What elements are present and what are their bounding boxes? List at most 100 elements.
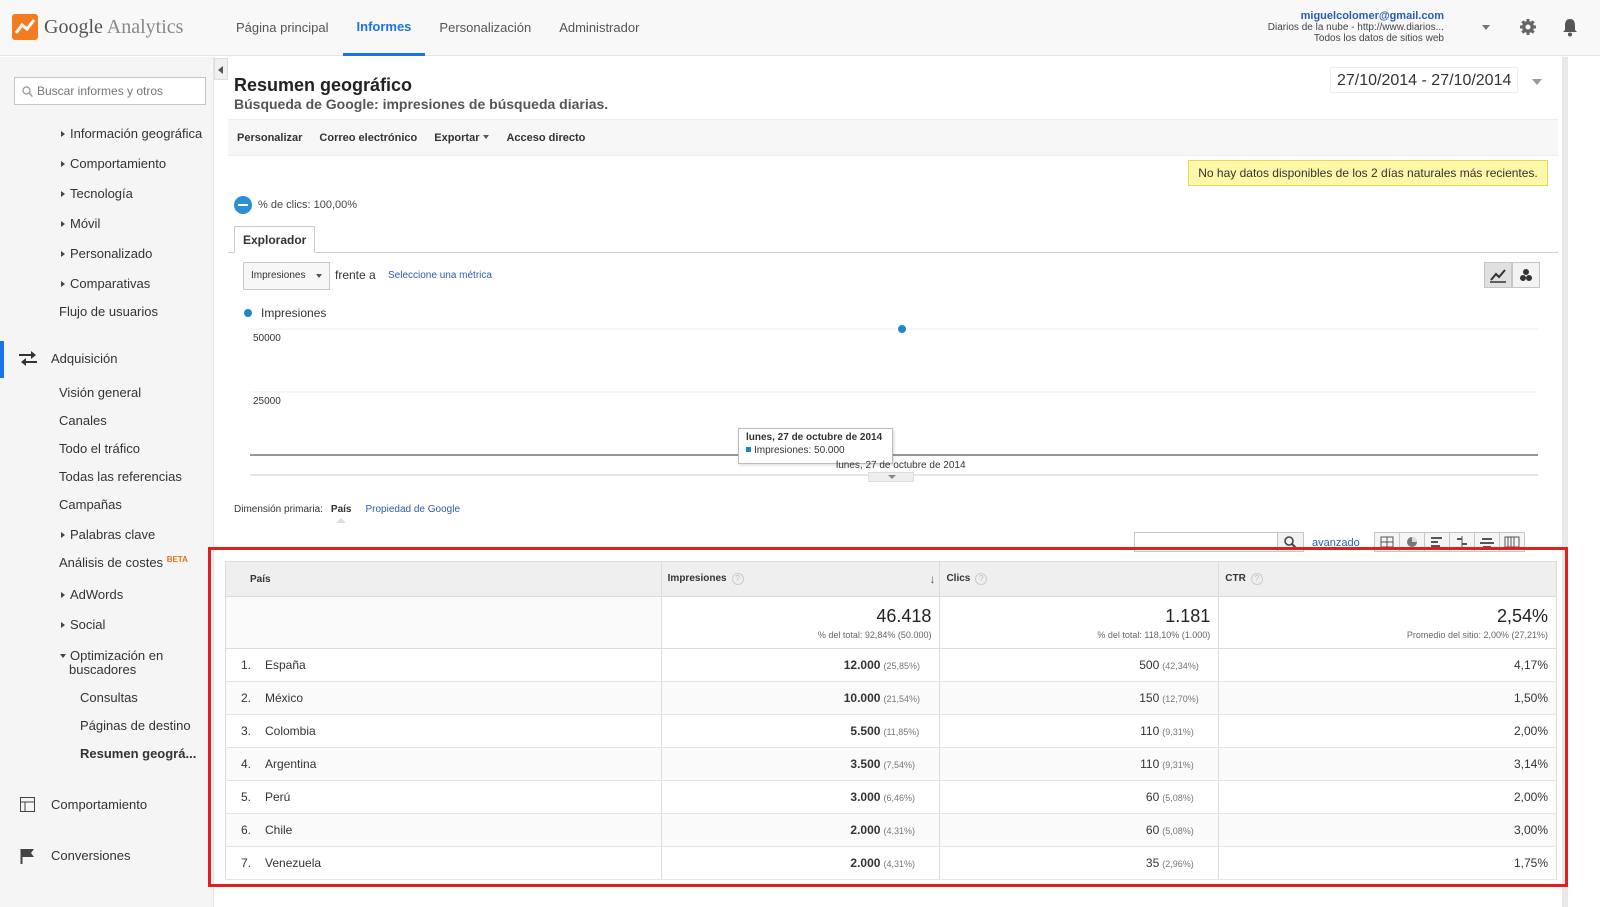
table-row[interactable]: 3. Colombia 5.500 (11,85%) 110 (9,31%) 2,00% (225, 714, 1557, 748)
table-row[interactable]: 5. Perú 3.000 (6,46%) 60 (5,08%) 2,00% (225, 780, 1557, 814)
sidebar-item-channels[interactable]: Canales (59, 413, 107, 428)
sidebar-item-all-traffic[interactable]: Todo el tráfico (59, 441, 140, 456)
impressions-percent: (6,46%) (883, 793, 915, 803)
dimension-current[interactable]: País (331, 504, 352, 515)
select-metric-link[interactable]: Seleccione una métrica (388, 270, 492, 281)
motion-chart-icon[interactable] (1512, 262, 1540, 288)
sidebar-item-cost-analysis[interactable]: Análisis de costes BETA (59, 555, 188, 570)
help-icon[interactable]: ? (731, 573, 744, 585)
sidebar-section-behavior[interactable]: Comportamiento (51, 797, 147, 812)
table-row[interactable]: 6. Chile 2.000 (4,31%) 60 (5,08%) 3,00% (225, 813, 1557, 847)
impressions-percent: (4,31%) (883, 826, 915, 836)
table-filter[interactable] (1134, 532, 1304, 552)
data-point[interactable] (897, 324, 907, 334)
tab-explorer[interactable]: Explorador (234, 226, 316, 253)
table-view-buttons (1374, 532, 1525, 552)
table-row[interactable]: 1. España 12.000 (25,85%) 500 (42,34%) 4,17% (225, 648, 1557, 682)
nav-admin[interactable]: Administrador (545, 0, 653, 56)
export-button[interactable]: Exportar (434, 132, 490, 144)
chart-tooltip: lunes, 27 de octubre de 2014 Impresiones… (738, 428, 893, 464)
column-header-country[interactable]: País (225, 561, 662, 597)
sidebar-item-seo[interactable]: Optimización en (60, 648, 163, 663)
segment-chip[interactable]: % de clics: 100,00% (234, 196, 357, 214)
impressions-value: 2.000 (850, 856, 881, 870)
sidebar-item-seo-line2[interactable]: buscadores (69, 662, 136, 677)
legend-label: Impresiones (261, 306, 327, 320)
cell-ctr: 2,00% (1218, 780, 1557, 814)
sidebar-item-behavior[interactable]: Comportamiento (61, 156, 166, 171)
country-link[interactable]: Chile (265, 823, 292, 837)
customize-button[interactable]: Personalizar (237, 132, 302, 144)
help-icon[interactable]: ? (1250, 573, 1263, 585)
sidebar-item-keywords[interactable]: Palabras clave (61, 527, 155, 542)
metric-select[interactable]: Impresiones (243, 262, 330, 290)
date-range-picker[interactable]: 27/10/2014 - 27/10/2014 (1330, 67, 1519, 93)
sidebar-item-landing-pages[interactable]: Páginas de destino (80, 718, 191, 733)
comparison-view-icon[interactable] (1449, 532, 1475, 552)
row-number: 1. (241, 658, 252, 672)
expand-chart-button[interactable] (868, 472, 914, 482)
sidebar-item-geo[interactable]: Información geográfica (61, 126, 202, 141)
sidebar-item-social[interactable]: Social (61, 617, 105, 632)
sidebar-item-adwords[interactable]: AdWords (61, 587, 123, 602)
country-link[interactable]: España (265, 658, 306, 672)
advanced-filter-link[interactable]: avanzado (1312, 537, 1360, 549)
sidebar-section-conversions[interactable]: Conversiones (51, 848, 131, 863)
collapse-sidebar-button[interactable] (214, 58, 228, 80)
country-link[interactable]: Argentina (265, 757, 316, 771)
account-email: miguelcolomer@gmail.com (1300, 10, 1444, 22)
sidebar-item-users-flow[interactable]: Flujo de usuarios (59, 304, 158, 319)
help-icon[interactable]: ? (975, 573, 988, 585)
sidebar-item-mobile[interactable]: Móvil (61, 216, 100, 231)
search-input[interactable] (37, 78, 207, 104)
gear-icon[interactable] (1519, 18, 1537, 41)
sidebar-item-queries[interactable]: Consultas (80, 690, 138, 705)
impressions-value: 12.000 (843, 658, 881, 672)
column-header-clicks[interactable]: Clics? (939, 561, 1220, 597)
sidebar-item-technology[interactable]: Tecnología (61, 186, 133, 201)
performance-view-icon[interactable] (1424, 532, 1450, 552)
sidebar-item-referrals[interactable]: Todas las referencias (59, 469, 182, 484)
email-button[interactable]: Correo electrónico (319, 132, 417, 144)
sidebar-item-geo-summary[interactable]: Resumen geográ... (80, 746, 196, 761)
account-selector[interactable]: miguelcolomer@gmail.com Diarios de la nu… (1268, 10, 1444, 45)
nav-home[interactable]: Página principal (222, 0, 343, 56)
segment-icon (234, 196, 252, 214)
tooltip-series-marker (746, 447, 751, 452)
country-link[interactable]: Perú (265, 790, 290, 804)
sidebar-section-acquisition[interactable]: Adquisición (51, 351, 118, 366)
beta-badge: BETA (166, 555, 188, 564)
sidebar-item-overview[interactable]: Visión general (59, 385, 141, 400)
country-link[interactable]: Colombia (265, 724, 316, 738)
table-row[interactable]: 2. México 10.000 (21,54%) 150 (12,70%) 1,50% (225, 681, 1557, 715)
table-row[interactable]: 4. Argentina 3.500 (7,54%) 110 (9,31%) 3,14% (225, 747, 1557, 781)
table-row[interactable]: 7. Venezuela 2.000 (4,31%) 35 (2,96%) 1,75% (225, 846, 1557, 880)
pie-view-icon[interactable] (1399, 532, 1425, 552)
table-view-icon[interactable] (1374, 532, 1400, 552)
column-header-impressions[interactable]: Impresiones? ↓ (660, 561, 941, 597)
chevron-down-icon[interactable] (1482, 25, 1490, 30)
versus-label: frente a (335, 268, 376, 282)
line-chart-icon[interactable] (1484, 262, 1512, 288)
country-link[interactable]: Venezuela (265, 856, 321, 870)
report-toolbar: Personalizar Correo electrónico Exportar… (228, 119, 1558, 156)
row-number: 6. (241, 823, 252, 837)
sidebar-item-benchmarking[interactable]: Comparativas (61, 276, 150, 291)
dimension-google-property[interactable]: Propiedad de Google (366, 504, 461, 515)
chevron-down-icon[interactable] (1532, 79, 1542, 85)
term-cloud-view-icon[interactable] (1474, 532, 1500, 552)
nav-customization[interactable]: Personalización (425, 0, 545, 56)
search-button[interactable] (1277, 533, 1303, 551)
column-header-ctr[interactable]: CTR? (1218, 561, 1557, 597)
nav-reports[interactable]: Informes (342, 0, 426, 56)
cell-clicks: 150 (12,70%) (939, 681, 1220, 715)
pivot-view-icon[interactable] (1499, 532, 1525, 552)
sidebar-item-custom[interactable]: Personalizado (61, 246, 152, 261)
sidebar-search[interactable] (14, 77, 207, 105)
bell-icon[interactable] (1561, 18, 1579, 42)
logo[interactable]: Google Analytics (12, 14, 183, 40)
sidebar-item-campaigns[interactable]: Campañas (59, 497, 122, 512)
country-link[interactable]: México (265, 691, 303, 705)
scrollbar[interactable] (1562, 57, 1568, 907)
shortcut-button[interactable]: Acceso directo (506, 132, 585, 144)
